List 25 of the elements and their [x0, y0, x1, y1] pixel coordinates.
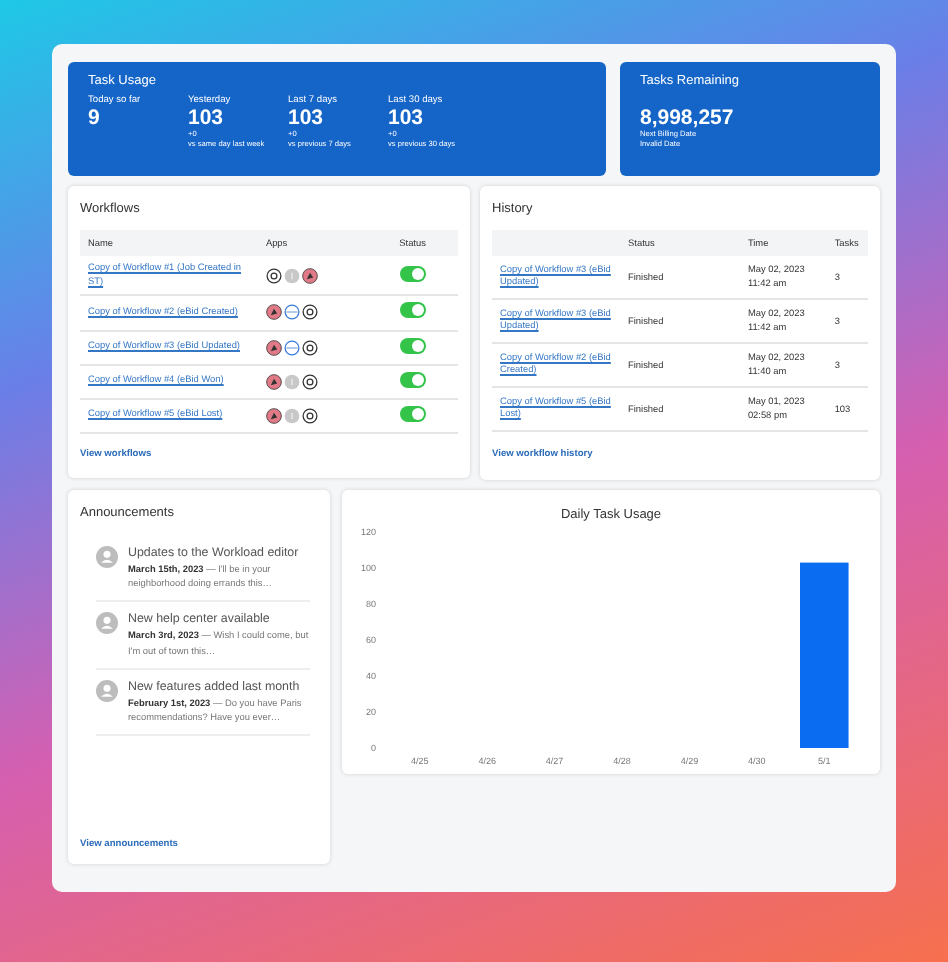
stat-value: 103	[388, 107, 426, 130]
app-icon	[283, 407, 300, 424]
remaining-value: 8,998,257	[640, 107, 736, 130]
app-icon	[265, 373, 282, 390]
avatar-icon	[96, 546, 118, 569]
status-toggle[interactable]	[399, 405, 426, 422]
app-icon	[283, 267, 300, 284]
app-icon	[283, 304, 300, 321]
app-icon	[265, 339, 282, 356]
status-toggle[interactable]	[399, 302, 426, 319]
stat-value: 103	[188, 107, 226, 130]
avatar-icon	[96, 679, 118, 702]
app-icon	[265, 407, 282, 424]
app-icon	[283, 339, 300, 356]
stat-value: 9	[88, 107, 102, 131]
status-toggle[interactable]	[399, 337, 426, 354]
app-icon	[301, 304, 318, 321]
app-icon	[301, 267, 318, 284]
status-toggle[interactable]	[399, 371, 426, 388]
stat-value: 103	[288, 107, 326, 130]
status-toggle[interactable]	[399, 265, 426, 282]
avatar-icon	[96, 612, 118, 635]
app-icon	[283, 373, 300, 390]
app-icon	[265, 304, 282, 321]
app-icon	[265, 267, 282, 284]
